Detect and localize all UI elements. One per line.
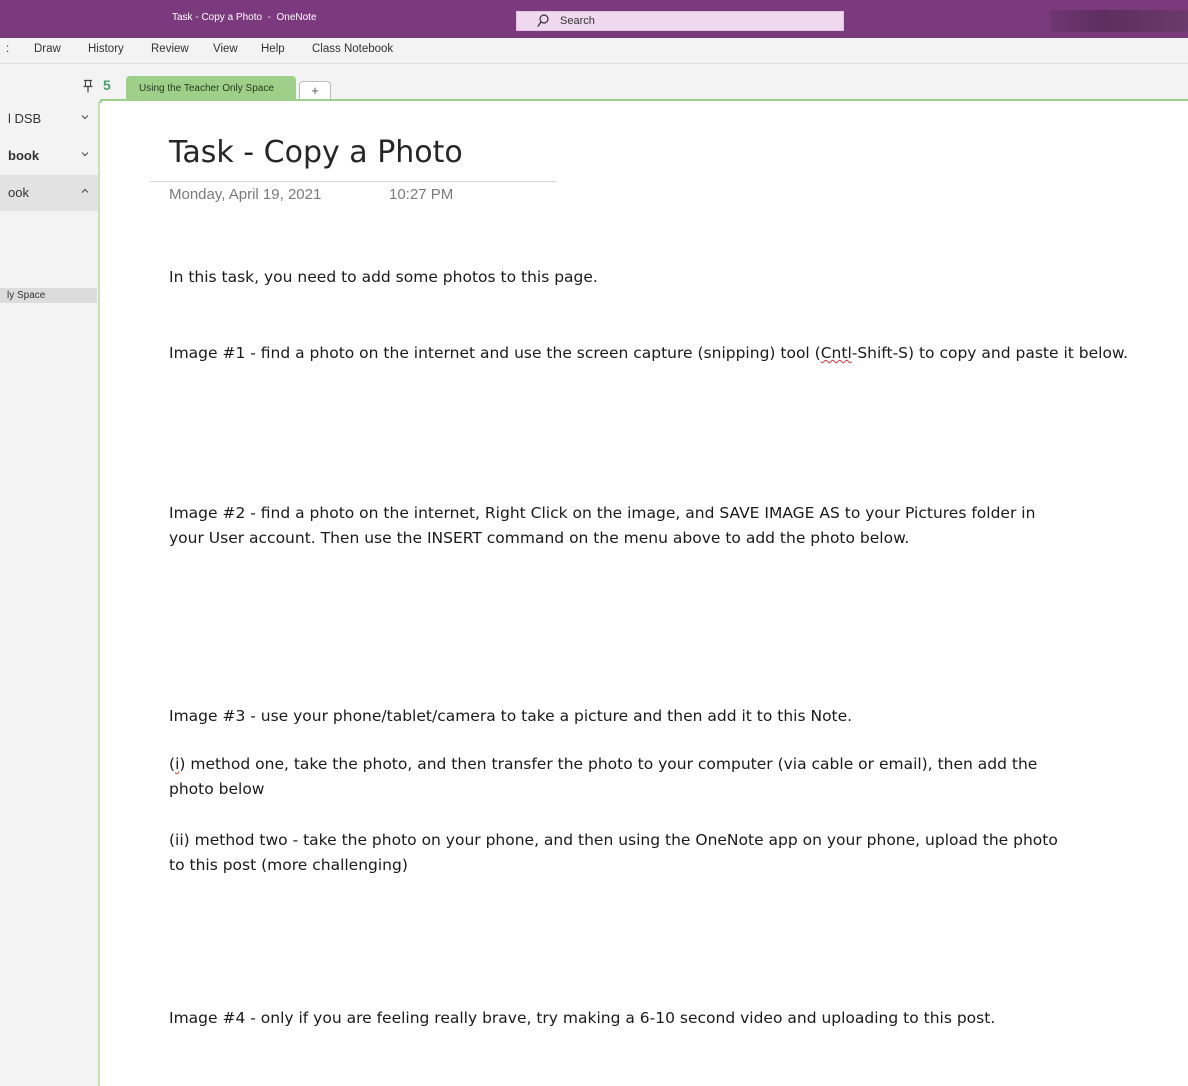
menu-item-review[interactable]: Review (151, 43, 189, 55)
note-paragraph-image-3[interactable]: Image #3 - use your phone/tablet/camera … (169, 704, 1129, 729)
note-paragraph-image-1[interactable]: Image #1 - find a photo on the internet … (169, 341, 1149, 366)
nav-item-label: ook (8, 185, 29, 200)
menu-item-help[interactable]: Help (261, 43, 285, 55)
paragraph-text: Image #3 - use your phone/tablet/camera … (169, 707, 853, 725)
window-title: Task - Copy a Photo - OneNote (172, 12, 317, 23)
chevron-up-icon[interactable] (80, 186, 90, 196)
paragraph-text: (ii) method two - take the photo on your… (169, 831, 1058, 874)
menu-item-history[interactable]: History (88, 43, 124, 55)
search-box[interactable]: Search (516, 11, 844, 31)
account-area[interactable] (1050, 10, 1188, 32)
menu-item-draw[interactable]: Draw (34, 43, 61, 55)
chevron-down-icon[interactable] (80, 112, 90, 122)
note-paragraph-method-two[interactable]: (ii) method two - take the photo on your… (169, 828, 1064, 878)
nav-item-label: l DSB (8, 111, 42, 126)
chevron-down-icon[interactable] (80, 149, 90, 159)
page-title[interactable]: Task - Copy a Photo (169, 135, 463, 170)
page-canvas[interactable]: Task - Copy a Photo Monday, April 19, 20… (102, 101, 1188, 1086)
paragraph-text: ) method one, take the photo, and then t… (169, 755, 1038, 798)
paragraph-text: -Shift-S) to copy and paste it below. (851, 344, 1129, 362)
menu-item-view[interactable]: View (213, 43, 238, 55)
nav-notebook[interactable]: book (0, 138, 98, 174)
search-label: Search (560, 15, 595, 27)
section-tab-bar: 5 Using the Teacher Only Space + (0, 64, 1188, 103)
spellcheck-word[interactable]: Cntl (821, 344, 852, 362)
nav-notebook-dsb[interactable]: l DSB (0, 101, 98, 137)
navigation-pane: l DSB book ook ly Space (0, 101, 100, 1086)
ribbon-menu-bar: : Draw History Review View Help Class No… (0, 38, 1188, 64)
paragraph-text: Image #2 - find a photo on the internet,… (169, 504, 1036, 547)
page-time: 10:27 PM (389, 186, 454, 203)
note-paragraph-image-2[interactable]: Image #2 - find a photo on the internet,… (169, 501, 1054, 551)
note-paragraph-image-4[interactable]: Image #4 - only if you are feeling reall… (169, 1006, 1169, 1031)
title-bar: Task - Copy a Photo - OneNote Search (0, 0, 1188, 38)
tab-label: Using the Teacher Only Space (139, 83, 274, 94)
search-icon (537, 14, 549, 27)
tab-using-the-teacher-only-space[interactable]: Using the Teacher Only Space (126, 76, 296, 101)
pin-icon[interactable] (82, 79, 94, 93)
nav-page-teacher-only-space[interactable]: ly Space (0, 288, 97, 303)
nav-section-group[interactable]: ook (0, 175, 98, 211)
note-paragraph-intro[interactable]: In this task, you need to add some photo… (169, 265, 1129, 290)
paragraph-text: In this task, you need to add some photo… (169, 268, 598, 286)
page-item-label: ly Space (7, 290, 46, 301)
paragraph-text: Image #4 - only if you are feeling reall… (169, 1009, 996, 1027)
page-date: Monday, April 19, 2021 (169, 186, 322, 203)
paragraph-text: Image #1 - find a photo on the internet … (169, 344, 821, 362)
note-paragraph-method-one[interactable]: (i) method one, take the photo, and then… (169, 752, 1064, 802)
menu-item-class-notebook[interactable]: Class Notebook (312, 43, 393, 55)
menu-item-truncated[interactable]: : (6, 43, 9, 55)
title-underline (150, 181, 556, 182)
navigate-back-icon[interactable]: 5 (103, 77, 111, 93)
nav-item-label: book (8, 148, 40, 163)
add-section-button[interactable]: + (299, 81, 331, 101)
